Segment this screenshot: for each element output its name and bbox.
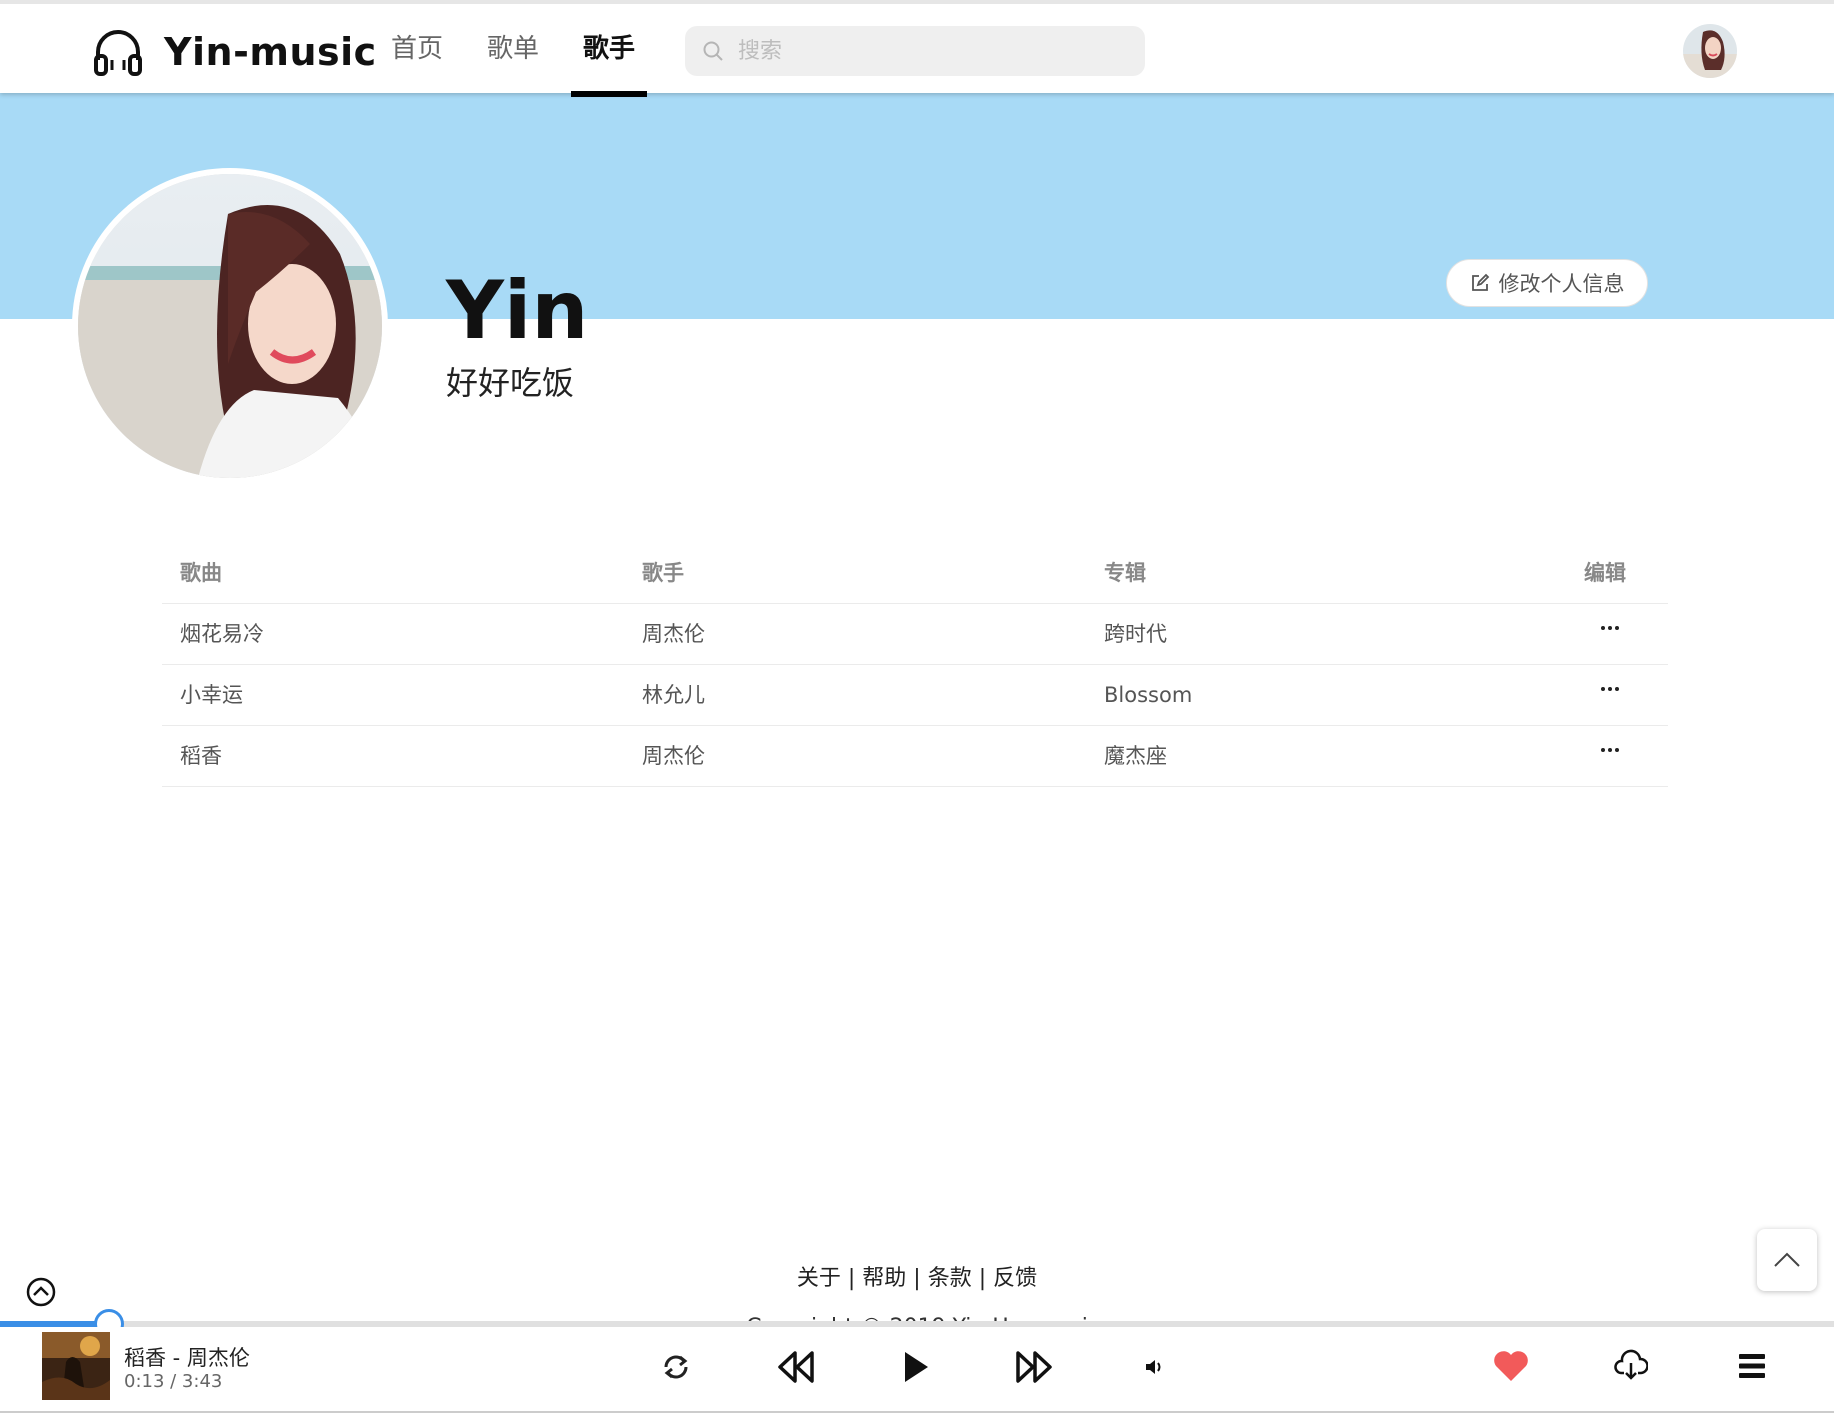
singer-cell[interactable]: 林允儿 — [642, 665, 705, 725]
table-header: 歌曲 歌手 专辑 编辑 — [162, 543, 1668, 604]
download-icon[interactable] — [1614, 1349, 1648, 1381]
profile-bio: 好好吃饭 — [446, 364, 575, 402]
logo[interactable]: Yin-music — [92, 26, 377, 78]
column-header-album: 专辑 — [1104, 561, 1146, 585]
column-header-song: 歌曲 — [180, 561, 222, 585]
album-cover-image — [42, 1332, 110, 1400]
active-tab-indicator — [571, 91, 648, 97]
singer-cell[interactable]: 周杰伦 — [642, 604, 705, 664]
footer-separator: | — [906, 1266, 928, 1291]
profile-avatar-image — [78, 174, 382, 478]
more-icon[interactable] — [1599, 665, 1629, 725]
headphones-icon — [94, 30, 142, 76]
profile-name: Yin — [446, 264, 589, 357]
back-to-top-button[interactable] — [1757, 1229, 1817, 1291]
search-box[interactable] — [685, 26, 1145, 76]
track-title: 稻香 - 周杰伦 — [124, 1346, 250, 1370]
more-icon[interactable] — [1599, 726, 1629, 786]
prev-icon[interactable] — [776, 1349, 816, 1385]
nav-tab-singers[interactable]: 歌手 — [571, 28, 648, 97]
logo-text: Yin-music — [164, 30, 377, 74]
volume-icon[interactable] — [1144, 1357, 1166, 1377]
song-cell[interactable]: 小幸运 — [180, 665, 243, 725]
player-bar: 稻香 - 周杰伦 0:13 / 3:43 — [0, 1327, 1834, 1413]
nav-tab-label: 歌单 — [487, 34, 540, 64]
loop-icon[interactable] — [660, 1351, 692, 1383]
nav-tab-playlists[interactable]: 歌单 — [487, 28, 539, 96]
user-avatar[interactable] — [1683, 24, 1737, 78]
footer-separator: | — [971, 1266, 994, 1291]
song-cell[interactable]: 稻香 — [180, 726, 222, 786]
menu-icon[interactable] — [1738, 1353, 1766, 1379]
chevron-up-icon — [1774, 1252, 1800, 1267]
singer-cell[interactable]: 周杰伦 — [642, 726, 705, 786]
footer-link-terms[interactable]: 条款 — [928, 1266, 972, 1291]
play-icon[interactable] — [902, 1349, 930, 1385]
song-table: 歌曲 歌手 专辑 编辑 烟花易冷 周杰伦 跨时代 小幸运 林允儿 Blossom… — [162, 543, 1668, 787]
collapse-icon[interactable] — [26, 1277, 56, 1307]
nav-tab-label: 歌手 — [583, 34, 636, 64]
footer-separator: | — [840, 1266, 863, 1291]
heart-icon[interactable] — [1492, 1349, 1530, 1383]
footer-link-help[interactable]: 帮助 — [862, 1266, 906, 1291]
user-avatar-image — [1683, 24, 1737, 78]
album-cell[interactable]: Blossom — [1104, 665, 1192, 725]
table-row[interactable]: 稻香 周杰伦 魔杰座 — [162, 726, 1668, 787]
footer-link-about[interactable]: 关于 — [797, 1266, 841, 1291]
top-navbar: Yin-music 首页 歌单 歌手 — [0, 0, 1834, 97]
search-icon — [703, 41, 723, 61]
song-cell[interactable]: 烟花易冷 — [180, 604, 264, 664]
table-row[interactable]: 小幸运 林允儿 Blossom — [162, 665, 1668, 726]
footer-links: 关于 | 帮助 | 条款 | 反馈 — [0, 1260, 1834, 1292]
album-cell[interactable]: 魔杰座 — [1104, 726, 1167, 786]
album-cover[interactable] — [42, 1332, 110, 1400]
search-input[interactable] — [736, 37, 1120, 65]
nav-tab-home[interactable]: 首页 — [391, 28, 443, 96]
nav-tab-label: 首页 — [391, 34, 444, 64]
album-cell[interactable]: 跨时代 — [1104, 604, 1167, 664]
more-icon[interactable] — [1599, 604, 1629, 664]
next-icon[interactable] — [1014, 1349, 1054, 1385]
edit-icon — [1471, 273, 1489, 291]
footer-link-feedback[interactable]: 反馈 — [993, 1266, 1037, 1291]
track-time: 0:13 / 3:43 — [124, 1371, 223, 1392]
column-header-edit: 编辑 — [1584, 561, 1626, 585]
column-header-singer: 歌手 — [642, 561, 684, 585]
edit-profile-label: 修改个人信息 — [1498, 272, 1625, 296]
profile-avatar — [72, 168, 388, 484]
edit-profile-button[interactable]: 修改个人信息 — [1446, 259, 1648, 307]
table-row[interactable]: 烟花易冷 周杰伦 跨时代 — [162, 604, 1668, 665]
